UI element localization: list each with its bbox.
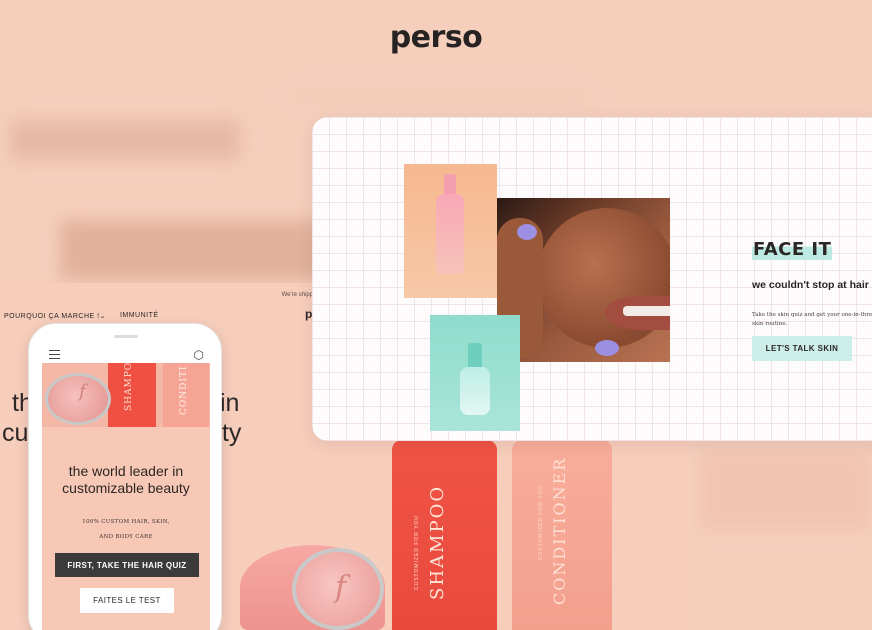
bottle-body bbox=[436, 194, 464, 274]
nav-item-label: POURQUOI ÇA MARCHE ! bbox=[4, 313, 100, 320]
phone-hero-image: SHAMPOO CONDITI f bbox=[42, 363, 210, 427]
blurred-headline bbox=[10, 120, 240, 160]
hero-fragment: in bbox=[220, 389, 240, 417]
phone-subtitle: 100% CUSTOM HAIR, SKIN, AND BODY CARE bbox=[52, 515, 200, 545]
shampoo-small-print: CUSTOMIZED FOR YOU bbox=[414, 514, 420, 590]
hamburger-menu-icon[interactable] bbox=[49, 350, 60, 359]
bottle-cap bbox=[468, 343, 482, 369]
take-hair-quiz-button[interactable]: FIRST, TAKE THE HAIR QUIZ bbox=[55, 553, 199, 577]
bottle-cap bbox=[444, 174, 456, 196]
box-icon[interactable]: ⬡ bbox=[194, 349, 204, 361]
talk-skin-button[interactable]: LET'S TALK SKIN bbox=[752, 336, 852, 361]
hero-fragment: cu bbox=[2, 419, 29, 447]
blurred-product bbox=[700, 450, 870, 530]
face-closeup-image bbox=[497, 198, 670, 362]
face-it-body: Take the skin quiz and get your one-in-t… bbox=[752, 312, 872, 327]
phone-jar-mark: f bbox=[79, 381, 86, 402]
shampoo-bottle-image: SHAMPOO CUSTOMIZED FOR YOU bbox=[392, 440, 497, 630]
nail bbox=[595, 340, 619, 356]
phone-shampoo-bottle: SHAMPOO bbox=[108, 363, 156, 427]
nav-item-immunity[interactable]: IMMUNITÉ bbox=[120, 312, 159, 320]
phone-conditioner-label: CONDITI bbox=[179, 365, 189, 415]
nail bbox=[517, 224, 537, 240]
conditioner-label: CONDITIONER bbox=[550, 456, 569, 605]
phone-jar bbox=[45, 373, 111, 425]
blurred-nav bbox=[290, 90, 590, 104]
phone-speaker bbox=[114, 335, 138, 338]
conditioner-bottle-image: CONDITIONER CUSTOMIZED FOR YOU bbox=[512, 440, 612, 630]
pink-bottle-image bbox=[404, 164, 497, 298]
shampoo-label: SHAMPOO bbox=[427, 484, 448, 600]
face-it-heading: FACE IT bbox=[752, 239, 833, 260]
phone-topbar: ⬡ bbox=[42, 349, 210, 363]
desktop-nav: POURQUOI ÇA MARCHE !⌄ IMMUNITÉ bbox=[4, 312, 159, 320]
jar-mark: f bbox=[335, 570, 347, 605]
face-it-subheading: we couldn't stop at hair bbox=[752, 279, 869, 291]
face-it-card: FACE IT we couldn't stop at hair Take th… bbox=[312, 117, 872, 441]
phone-subtitle-line: 100% CUSTOM HAIR, SKIN, bbox=[82, 519, 170, 525]
phone-screen: ⬡ SHAMPOO CONDITI f the world leader in … bbox=[42, 349, 210, 630]
mint-bottle-image bbox=[430, 315, 520, 431]
phone-subtitle-line: AND BODY CARE bbox=[99, 534, 153, 540]
nav-item-why-it-works[interactable]: POURQUOI ÇA MARCHE !⌄ bbox=[4, 312, 106, 320]
phone-conditioner-bottle: CONDITI bbox=[163, 363, 209, 427]
conditioner-small-print: CUSTOMIZED FOR YOU bbox=[538, 484, 544, 560]
phone-shampoo-label: SHAMPOO bbox=[124, 363, 134, 411]
teeth bbox=[623, 306, 670, 316]
chevron-down-icon: ⌄ bbox=[99, 313, 106, 320]
phone-hero-title: the world leader in customizable beauty bbox=[62, 463, 190, 496]
bottle-body bbox=[460, 367, 490, 415]
brand-logo[interactable]: perso bbox=[0, 20, 872, 55]
phone-mockup: ⬡ SHAMPOO CONDITI f the world leader in … bbox=[28, 323, 222, 630]
take-test-button[interactable]: FAITES LE TEST bbox=[80, 588, 174, 613]
